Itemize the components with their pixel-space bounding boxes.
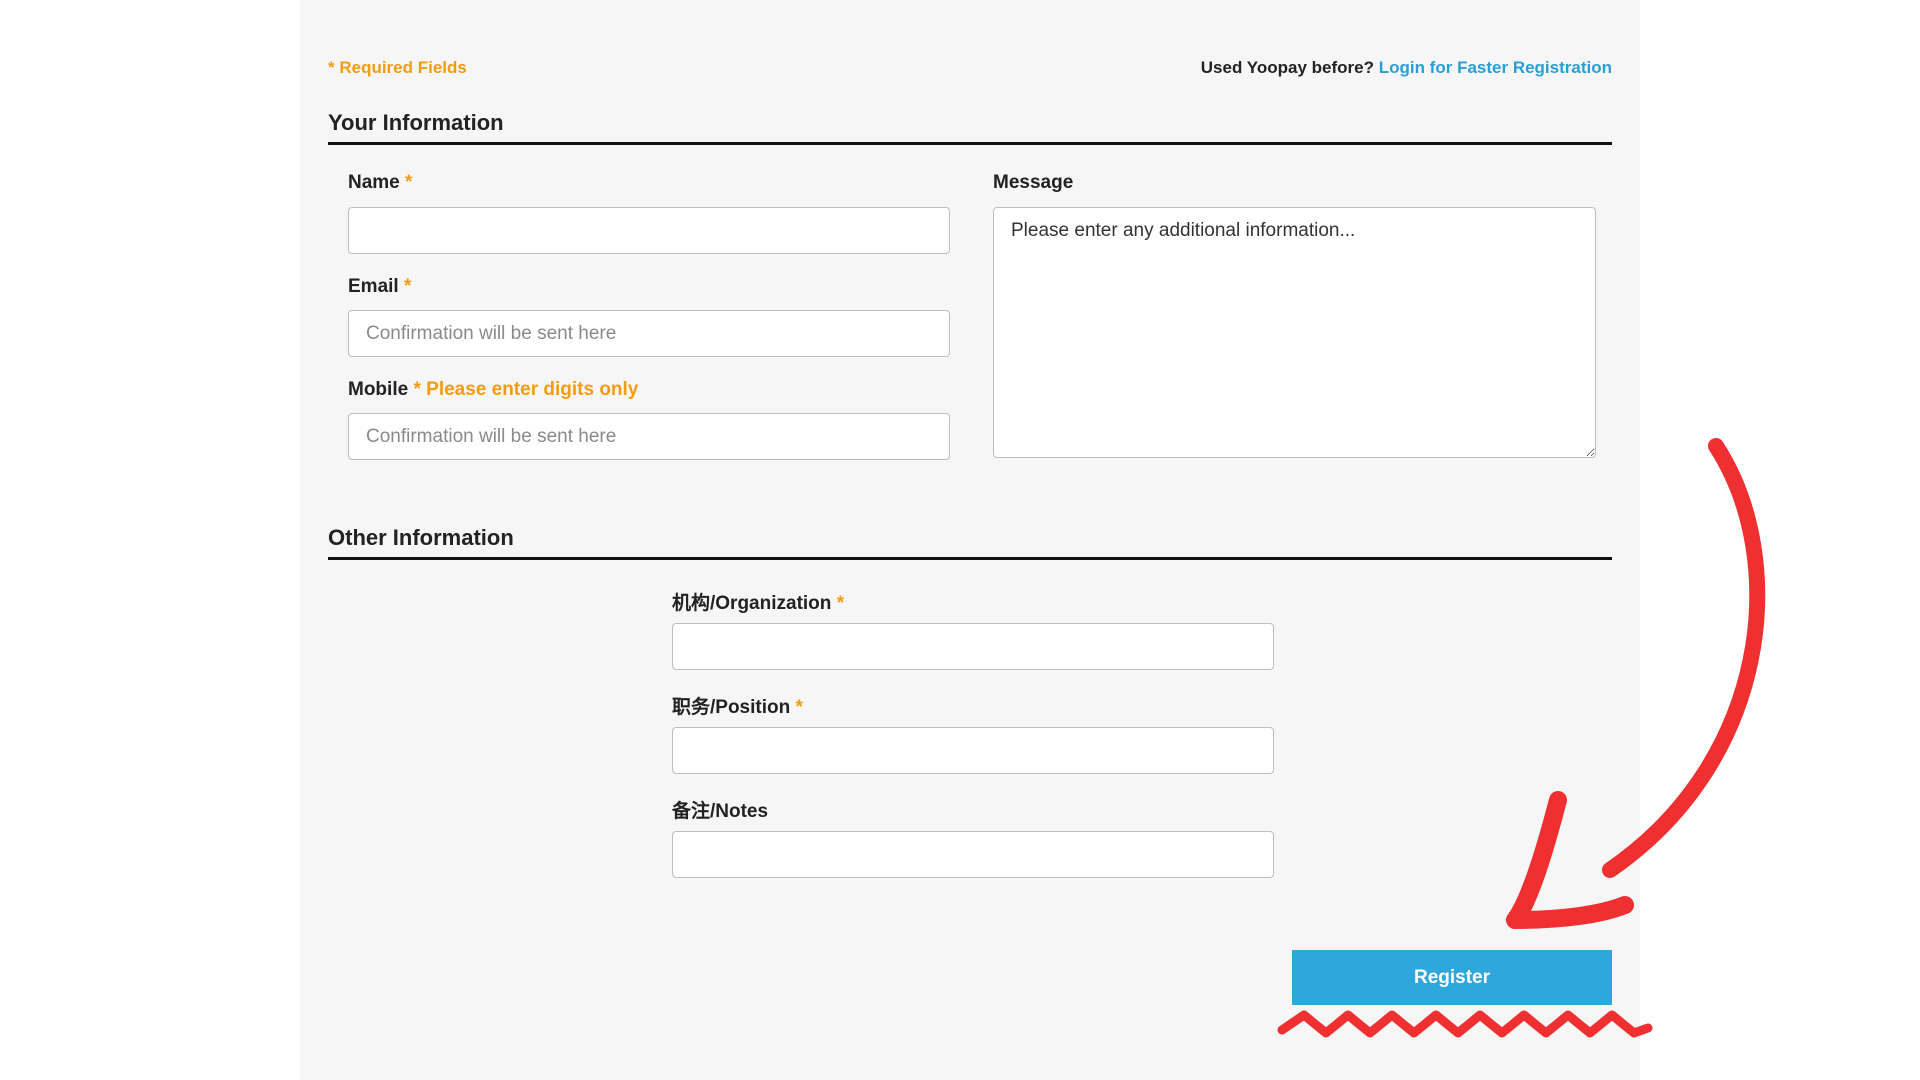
position-label-text: 职务/Position — [672, 697, 791, 718]
notes-input[interactable] — [672, 831, 1274, 878]
mobile-input[interactable] — [348, 413, 950, 460]
organization-label: 机构/Organization * — [672, 588, 844, 615]
name-input[interactable] — [348, 207, 950, 254]
name-label-text: Name — [348, 172, 400, 193]
email-label: Email * — [348, 276, 411, 298]
required-fields-note: * Required Fields — [328, 58, 467, 77]
position-input[interactable] — [672, 727, 1274, 774]
login-prompt-text: Used Yoopay before? — [1200, 58, 1374, 77]
email-label-text: Email — [348, 276, 399, 297]
organization-input[interactable] — [672, 623, 1274, 670]
login-link[interactable]: Login for Faster Registration — [1379, 58, 1612, 77]
message-textarea[interactable] — [993, 207, 1596, 458]
position-label: 职务/Position * — [672, 692, 803, 719]
message-label: Message — [993, 172, 1074, 193]
email-required-mark: * — [403, 276, 412, 297]
mobile-hint: Please enter digits only — [426, 379, 639, 400]
mobile-required-mark: * — [413, 379, 421, 400]
name-required-mark: * — [405, 172, 413, 193]
email-input[interactable] — [348, 310, 950, 357]
name-label: Name * — [348, 172, 412, 194]
notes-label: 备注/Notes — [672, 801, 769, 822]
registration-form-page: * Required Fields Used Yoopay before? Lo… — [300, 0, 1640, 1080]
register-button[interactable]: Register — [1292, 950, 1612, 1005]
position-required-mark: * — [795, 697, 803, 718]
organization-required-mark: * — [836, 593, 845, 614]
mobile-label-text: Mobile — [348, 379, 409, 400]
organization-label-text: 机构/Organization — [672, 593, 832, 614]
mobile-label: Mobile * Please enter digits only — [348, 379, 638, 401]
form-header: * Required Fields Used Yoopay before? Lo… — [328, 58, 1612, 78]
login-prompt: Used Yoopay before? Login for Faster Reg… — [1201, 58, 1612, 78]
section-title-other-information: Other Information — [328, 525, 1612, 560]
section-title-your-information: Your Information — [328, 110, 1612, 145]
